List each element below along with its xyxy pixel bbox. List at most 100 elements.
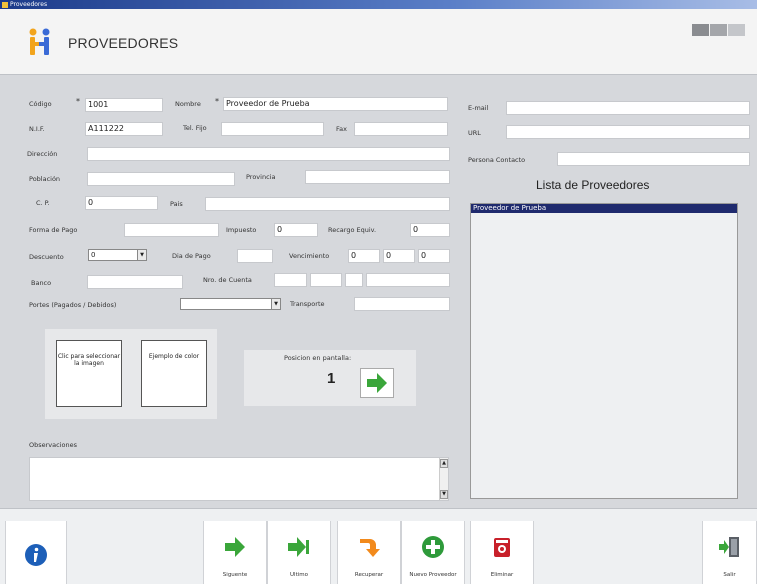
suppliers-logo-icon [29,28,50,55]
impuesto-field[interactable]: 0 [274,223,318,237]
dia-pago-field[interactable] [237,249,273,263]
vencimiento-label: Vencimiento [289,252,330,260]
close-button[interactable] [728,24,745,36]
color-sample-box[interactable]: Ejemplo de color [141,340,207,407]
fax-field[interactable] [354,122,448,136]
info-icon [25,544,47,566]
nif-label: N.I.F. [29,125,45,133]
list-item[interactable]: Proveedor de Prueba [471,204,737,213]
supplier-list-title: Lista de Proveedores [536,178,650,192]
position-value: 1 [327,370,336,387]
scroll-up-icon[interactable]: ▲ [440,459,448,468]
recover-arrow-icon [360,539,380,557]
observaciones-label: Observaciones [29,441,77,449]
nombre-label: Nombre [175,100,201,108]
page-title: PROVEEDORES [68,35,179,51]
window-title: Proveedores [10,1,48,8]
pais-field[interactable] [205,197,450,211]
dia-pago-label: Dia de Pago [172,252,211,260]
codigo-label: Código [29,100,52,108]
recargo-label: Recargo Equiv. [328,226,377,234]
transporte-label: Transporte [290,300,325,308]
forma-pago-field[interactable] [124,223,219,237]
cp-field[interactable]: 0 [85,196,158,210]
eliminar-button[interactable]: Eliminar [470,521,534,584]
observaciones-scrollbar[interactable]: ▲ ▼ [439,458,448,500]
siguiente-button[interactable]: Siguente [203,521,267,584]
scroll-down-icon[interactable]: ▼ [440,490,448,499]
nuevo-proveedor-button[interactable]: Nuevo Proveedor [401,521,465,584]
tel-fijo-field[interactable] [221,122,324,136]
observaciones-textarea[interactable]: ▲ ▼ [29,457,449,501]
codigo-field[interactable]: 1001 [85,98,163,112]
exit-door-icon [718,537,739,557]
provincia-label: Provincia [246,173,276,181]
arrow-right-icon [225,537,245,557]
salir-label: Salir [723,572,736,578]
siguiente-label: Siguente [222,572,248,578]
next-position-button[interactable] [360,368,394,398]
direccion-field[interactable] [87,147,450,161]
tel-fijo-label: Tel. Fijo [183,124,207,132]
persona-contacto-label: Persona Contacto [468,156,526,164]
supplier-form: Código * 1001 Nombre * Proveedor de Prue… [8,80,755,508]
descuento-select[interactable]: 0 ▼ [88,249,147,261]
poblacion-label: Población [29,175,61,183]
ultimo-label: Ultimo [290,572,308,578]
vencimiento-field-2[interactable]: 0 [383,249,415,263]
recargo-field[interactable]: 0 [410,223,450,237]
banco-label: Banco [31,279,52,287]
pais-label: Pais [170,200,183,208]
select-image-button[interactable]: Clic para seleccionar la imagen [56,340,122,407]
nombre-field[interactable]: Proveedor de Prueba [223,97,448,111]
nro-cuenta-field-3[interactable] [345,273,363,287]
nro-cuenta-field-2[interactable] [310,273,342,287]
window-controls [692,24,746,38]
ultimo-button[interactable]: Ultimo [267,521,331,584]
salir-button[interactable]: Salir [702,521,757,584]
position-panel: Posicion en pantalla: 1 [244,350,416,406]
codigo-required-mark: * [76,97,80,106]
arrow-right-icon [367,373,387,393]
email-label: E-mail [468,104,489,112]
header: PROVEEDORES [0,9,757,75]
image-panel: Clic para seleccionar la imagen Ejemplo … [45,329,217,419]
portes-select[interactable]: ▼ [180,298,281,310]
window-titlebar: Proveedores [0,0,757,9]
portes-label: Portes (Pagados / Debidos) [29,301,117,309]
add-icon [422,536,444,558]
arrow-last-icon [288,537,309,557]
persona-contacto-field[interactable] [557,152,750,166]
nro-cuenta-label: Nro. de Cuenta [203,276,252,284]
transporte-field[interactable] [354,297,450,311]
chevron-down-icon[interactable]: ▼ [271,299,280,309]
eliminar-label: Eliminar [490,572,514,578]
provincia-field[interactable] [305,170,450,184]
email-field[interactable] [506,101,750,115]
minimize-button[interactable] [692,24,709,36]
banco-field[interactable] [87,275,183,289]
nif-field[interactable]: A111222 [85,122,163,136]
vencimiento-field-3[interactable]: 0 [418,249,450,263]
supplier-list[interactable]: Proveedor de Prueba [470,203,738,499]
recuperar-button[interactable]: Recuperar [337,521,401,584]
nro-cuenta-field-4[interactable] [366,273,450,287]
nombre-required-mark: * [215,97,219,106]
fax-label: Fax [336,125,347,133]
chevron-down-icon[interactable]: ▼ [137,250,146,260]
poblacion-field[interactable] [87,172,235,186]
bottom-toolbar: Siguente Ultimo Recuperar Nuevo Proveedo… [0,508,757,584]
nro-cuenta-field-1[interactable] [274,273,307,287]
info-button[interactable] [5,521,67,584]
impuesto-label: Impuesto [226,226,257,234]
direccion-label: Dirección [27,150,58,158]
nuevo-proveedor-label: Nuevo Proveedor [409,572,457,578]
maximize-button[interactable] [710,24,727,36]
delete-icon [494,538,510,557]
app-icon [2,1,8,8]
descuento-value: 0 [91,251,96,259]
descuento-label: Descuento [29,253,64,261]
vencimiento-field-1[interactable]: 0 [348,249,380,263]
url-field[interactable] [506,125,750,139]
position-label: Posicion en pantalla: [284,354,352,362]
